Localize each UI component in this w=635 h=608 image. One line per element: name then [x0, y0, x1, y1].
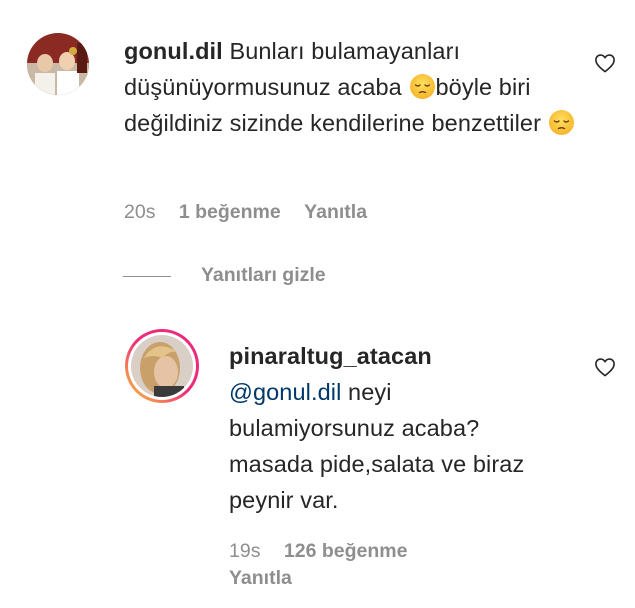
reply-meta: 19s 126 beğenme: [229, 540, 407, 563]
mention-link[interactable]: @gonul.dil: [229, 379, 341, 405]
pensive-face-icon: [409, 73, 436, 100]
avatar[interactable]: [124, 328, 200, 404]
reply-button-row: Yanıtla: [229, 567, 292, 590]
comment-meta: 20s 1 beğenme Yanıtla: [124, 201, 367, 224]
hide-replies-button[interactable]: Yanıtları gizle: [201, 264, 326, 287]
reply-time[interactable]: 19s: [229, 540, 260, 562]
pensive-face-icon: [548, 109, 575, 136]
reply-button[interactable]: Yanıtla: [304, 201, 367, 223]
comment-likes[interactable]: 1 beğenme: [179, 201, 281, 223]
comment-body: gonul.dil Bunları bulamayanları düşünüyo…: [124, 33, 584, 141]
reply-username[interactable]: pinaraltug_atacan: [229, 338, 549, 374]
comment-time[interactable]: 20s: [124, 201, 155, 223]
divider: [123, 276, 171, 277]
reply-button[interactable]: Yanıtla: [229, 567, 292, 589]
reply-body: pinaraltug_atacan @gonul.dil neyi bulami…: [229, 338, 549, 518]
heart-icon[interactable]: [594, 53, 616, 73]
comment-username[interactable]: gonul.dil: [124, 38, 223, 64]
avatar[interactable]: [27, 33, 89, 95]
reply-likes[interactable]: 126 beğenme: [284, 540, 408, 562]
heart-icon[interactable]: [594, 357, 616, 377]
